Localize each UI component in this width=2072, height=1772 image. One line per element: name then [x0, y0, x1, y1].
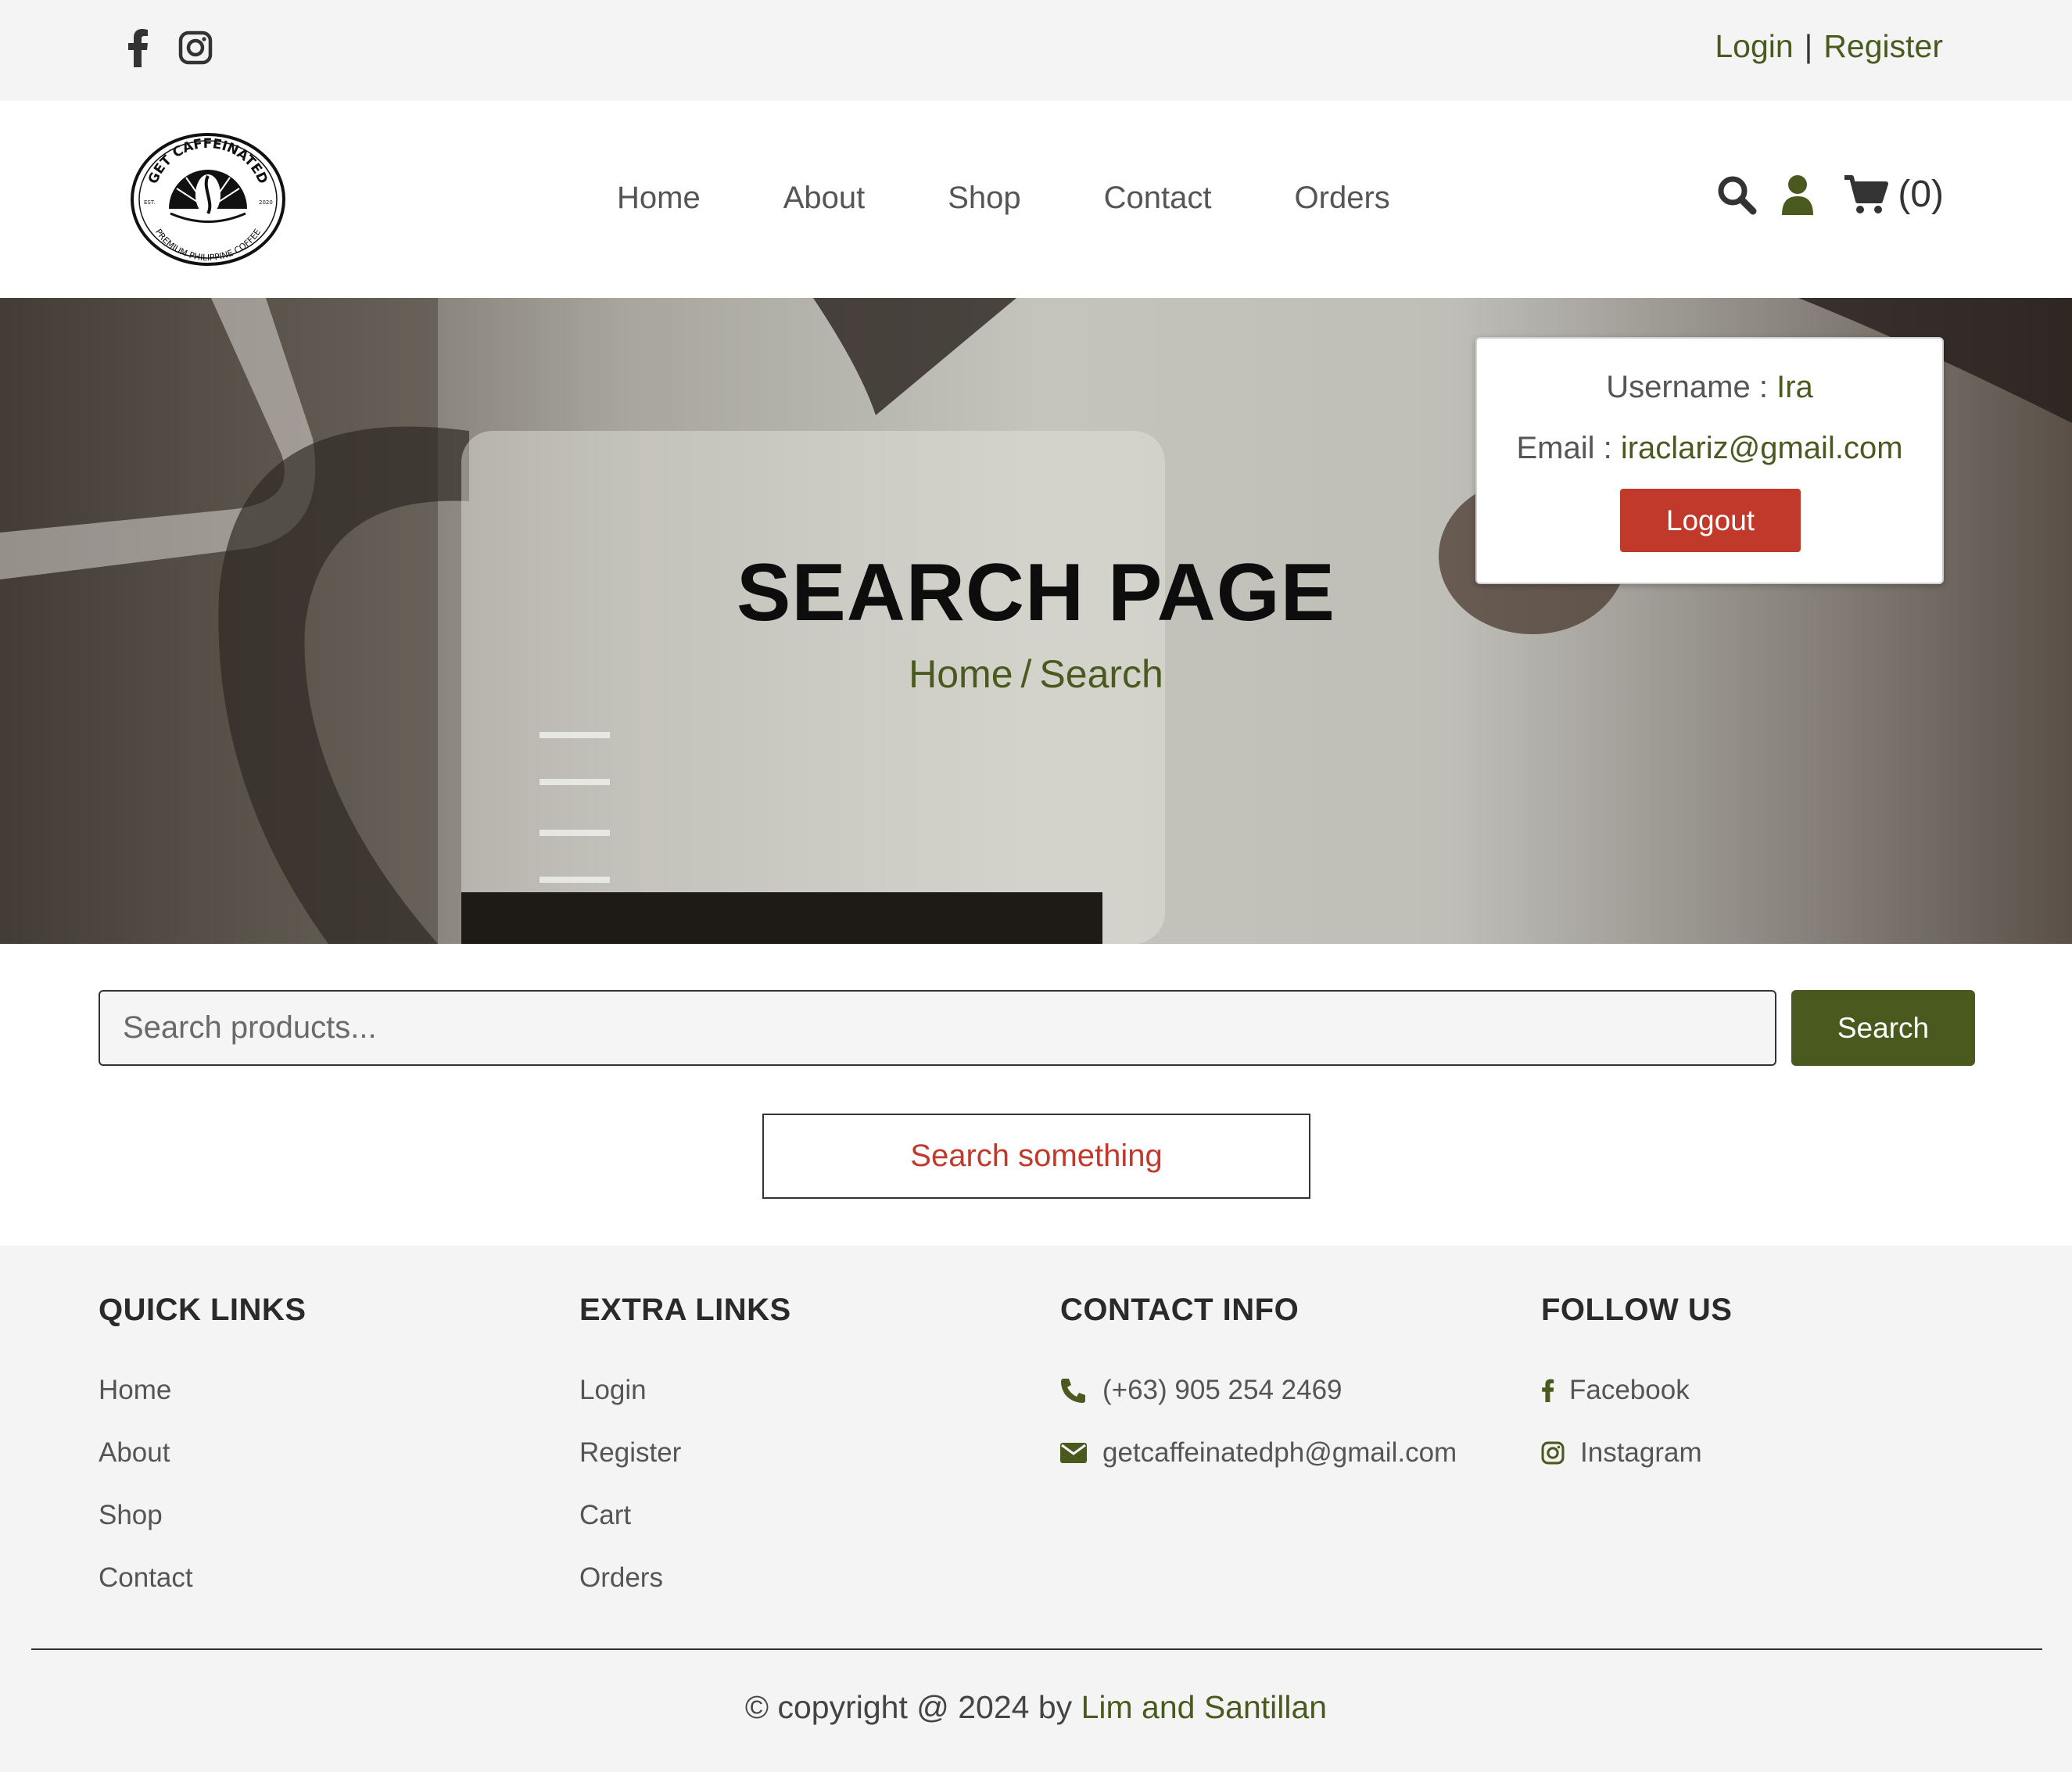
- breadcrumb-home[interactable]: Home: [909, 652, 1013, 696]
- facebook-icon: [1541, 1377, 1555, 1404]
- site-header: GET CAFFEINATED PREMIUM PHILIPPINE COFFE…: [0, 101, 2072, 298]
- top-bar: Login | Register: [0, 0, 2072, 101]
- username-row: Username : Ira: [1477, 370, 1942, 405]
- footer-link-contact[interactable]: Contact: [99, 1547, 536, 1609]
- breadcrumb-current: Search: [1039, 652, 1163, 696]
- footer-heading-quick-links: QUICK LINKS: [99, 1293, 306, 1327]
- breadcrumb: Home / Search: [0, 651, 2072, 697]
- nav-orders[interactable]: Orders: [1295, 181, 1390, 216]
- search-icon[interactable]: [1716, 174, 1757, 215]
- username-label: Username :: [1606, 370, 1777, 404]
- footer-follow-us: FOLLOW US Facebook Instagram: [1541, 1293, 1733, 1468]
- user-dropdown: Username : Ira Email : iraclariz@gmail.c…: [1475, 337, 1944, 584]
- register-link[interactable]: Register: [1823, 28, 1943, 64]
- footer-phone[interactable]: (+63) 905 254 2469: [1060, 1359, 1498, 1422]
- instagram-icon: [1541, 1441, 1565, 1465]
- footer-heading-follow-us: FOLLOW US: [1541, 1293, 1733, 1327]
- logo-year: 2020: [259, 199, 273, 206]
- nav-contact[interactable]: Contact: [1104, 181, 1212, 216]
- email-row: Email : iraclariz@gmail.com: [1477, 431, 1942, 466]
- email-label: Email :: [1516, 431, 1621, 465]
- auth-separator: |: [1804, 28, 1813, 64]
- copyright-prefix: © copyright @ 2024 by: [744, 1689, 1081, 1725]
- user-icon[interactable]: [1780, 174, 1815, 215]
- cart-count[interactable]: (0): [1898, 173, 1944, 216]
- footer-heading-contact-info: CONTACT INFO: [1060, 1293, 1299, 1327]
- copyright-authors: Lim and Santillan: [1081, 1689, 1328, 1725]
- footer-facebook-link[interactable]: Facebook: [1541, 1359, 1979, 1422]
- nav-home[interactable]: Home: [617, 181, 701, 216]
- footer-email-text: getcaffeinatedph@gmail.com: [1102, 1437, 1457, 1468]
- brand-logo[interactable]: GET CAFFEINATED PREMIUM PHILIPPINE COFFE…: [130, 132, 286, 267]
- footer-phone-text: (+63) 905 254 2469: [1102, 1375, 1342, 1405]
- email-value: iraclariz@gmail.com: [1620, 431, 1903, 465]
- envelope-icon: [1060, 1443, 1087, 1463]
- search-button[interactable]: Search: [1791, 990, 1975, 1066]
- search-input[interactable]: [99, 990, 1776, 1066]
- footer-link-login[interactable]: Login: [579, 1359, 1017, 1422]
- footer-divider: [31, 1648, 2042, 1650]
- auth-links: Login | Register: [1715, 28, 1943, 65]
- footer-link-shop[interactable]: Shop: [99, 1484, 536, 1547]
- empty-results-message: Search something: [762, 1114, 1310, 1199]
- logout-button[interactable]: Logout: [1620, 489, 1801, 552]
- username-value: Ira: [1776, 370, 1813, 404]
- breadcrumb-separator: /: [1020, 652, 1032, 696]
- facebook-icon[interactable]: [127, 28, 150, 67]
- footer-extra-links: EXTRA LINKS Login Register Cart Orders: [579, 1293, 791, 1593]
- nav-shop[interactable]: Shop: [948, 181, 1020, 216]
- footer-link-cart[interactable]: Cart: [579, 1484, 1017, 1547]
- cart-icon[interactable]: [1843, 174, 1889, 215]
- logo-est: EST.: [144, 199, 156, 206]
- footer-link-register[interactable]: Register: [579, 1422, 1017, 1484]
- footer-heading-extra-links: EXTRA LINKS: [579, 1293, 791, 1327]
- phone-icon: [1060, 1377, 1087, 1404]
- footer-link-home[interactable]: Home: [99, 1359, 536, 1422]
- footer-email[interactable]: getcaffeinatedph@gmail.com: [1060, 1422, 1498, 1484]
- header-icons: (0): [1716, 173, 1944, 216]
- login-link[interactable]: Login: [1715, 28, 1793, 64]
- footer-facebook-label: Facebook: [1569, 1375, 1690, 1405]
- footer-link-about[interactable]: About: [99, 1422, 536, 1484]
- social-links: [127, 28, 213, 67]
- footer-instagram-label: Instagram: [1580, 1437, 1702, 1468]
- footer-quick-links: QUICK LINKS Home About Shop Contact: [99, 1293, 306, 1593]
- footer-link-orders[interactable]: Orders: [579, 1547, 1017, 1609]
- instagram-icon[interactable]: [178, 30, 213, 65]
- footer-contact-info: CONTACT INFO (+63) 905 254 2469 getcaffe…: [1060, 1293, 1457, 1468]
- site-footer: QUICK LINKS Home About Shop Contact EXTR…: [0, 1246, 2072, 1772]
- footer-instagram-link[interactable]: Instagram: [1541, 1422, 1979, 1484]
- main-nav: Home About Shop Contact Orders: [617, 181, 1390, 216]
- nav-about[interactable]: About: [783, 181, 866, 216]
- copyright: © copyright @ 2024 by Lim and Santillan: [0, 1689, 2072, 1726]
